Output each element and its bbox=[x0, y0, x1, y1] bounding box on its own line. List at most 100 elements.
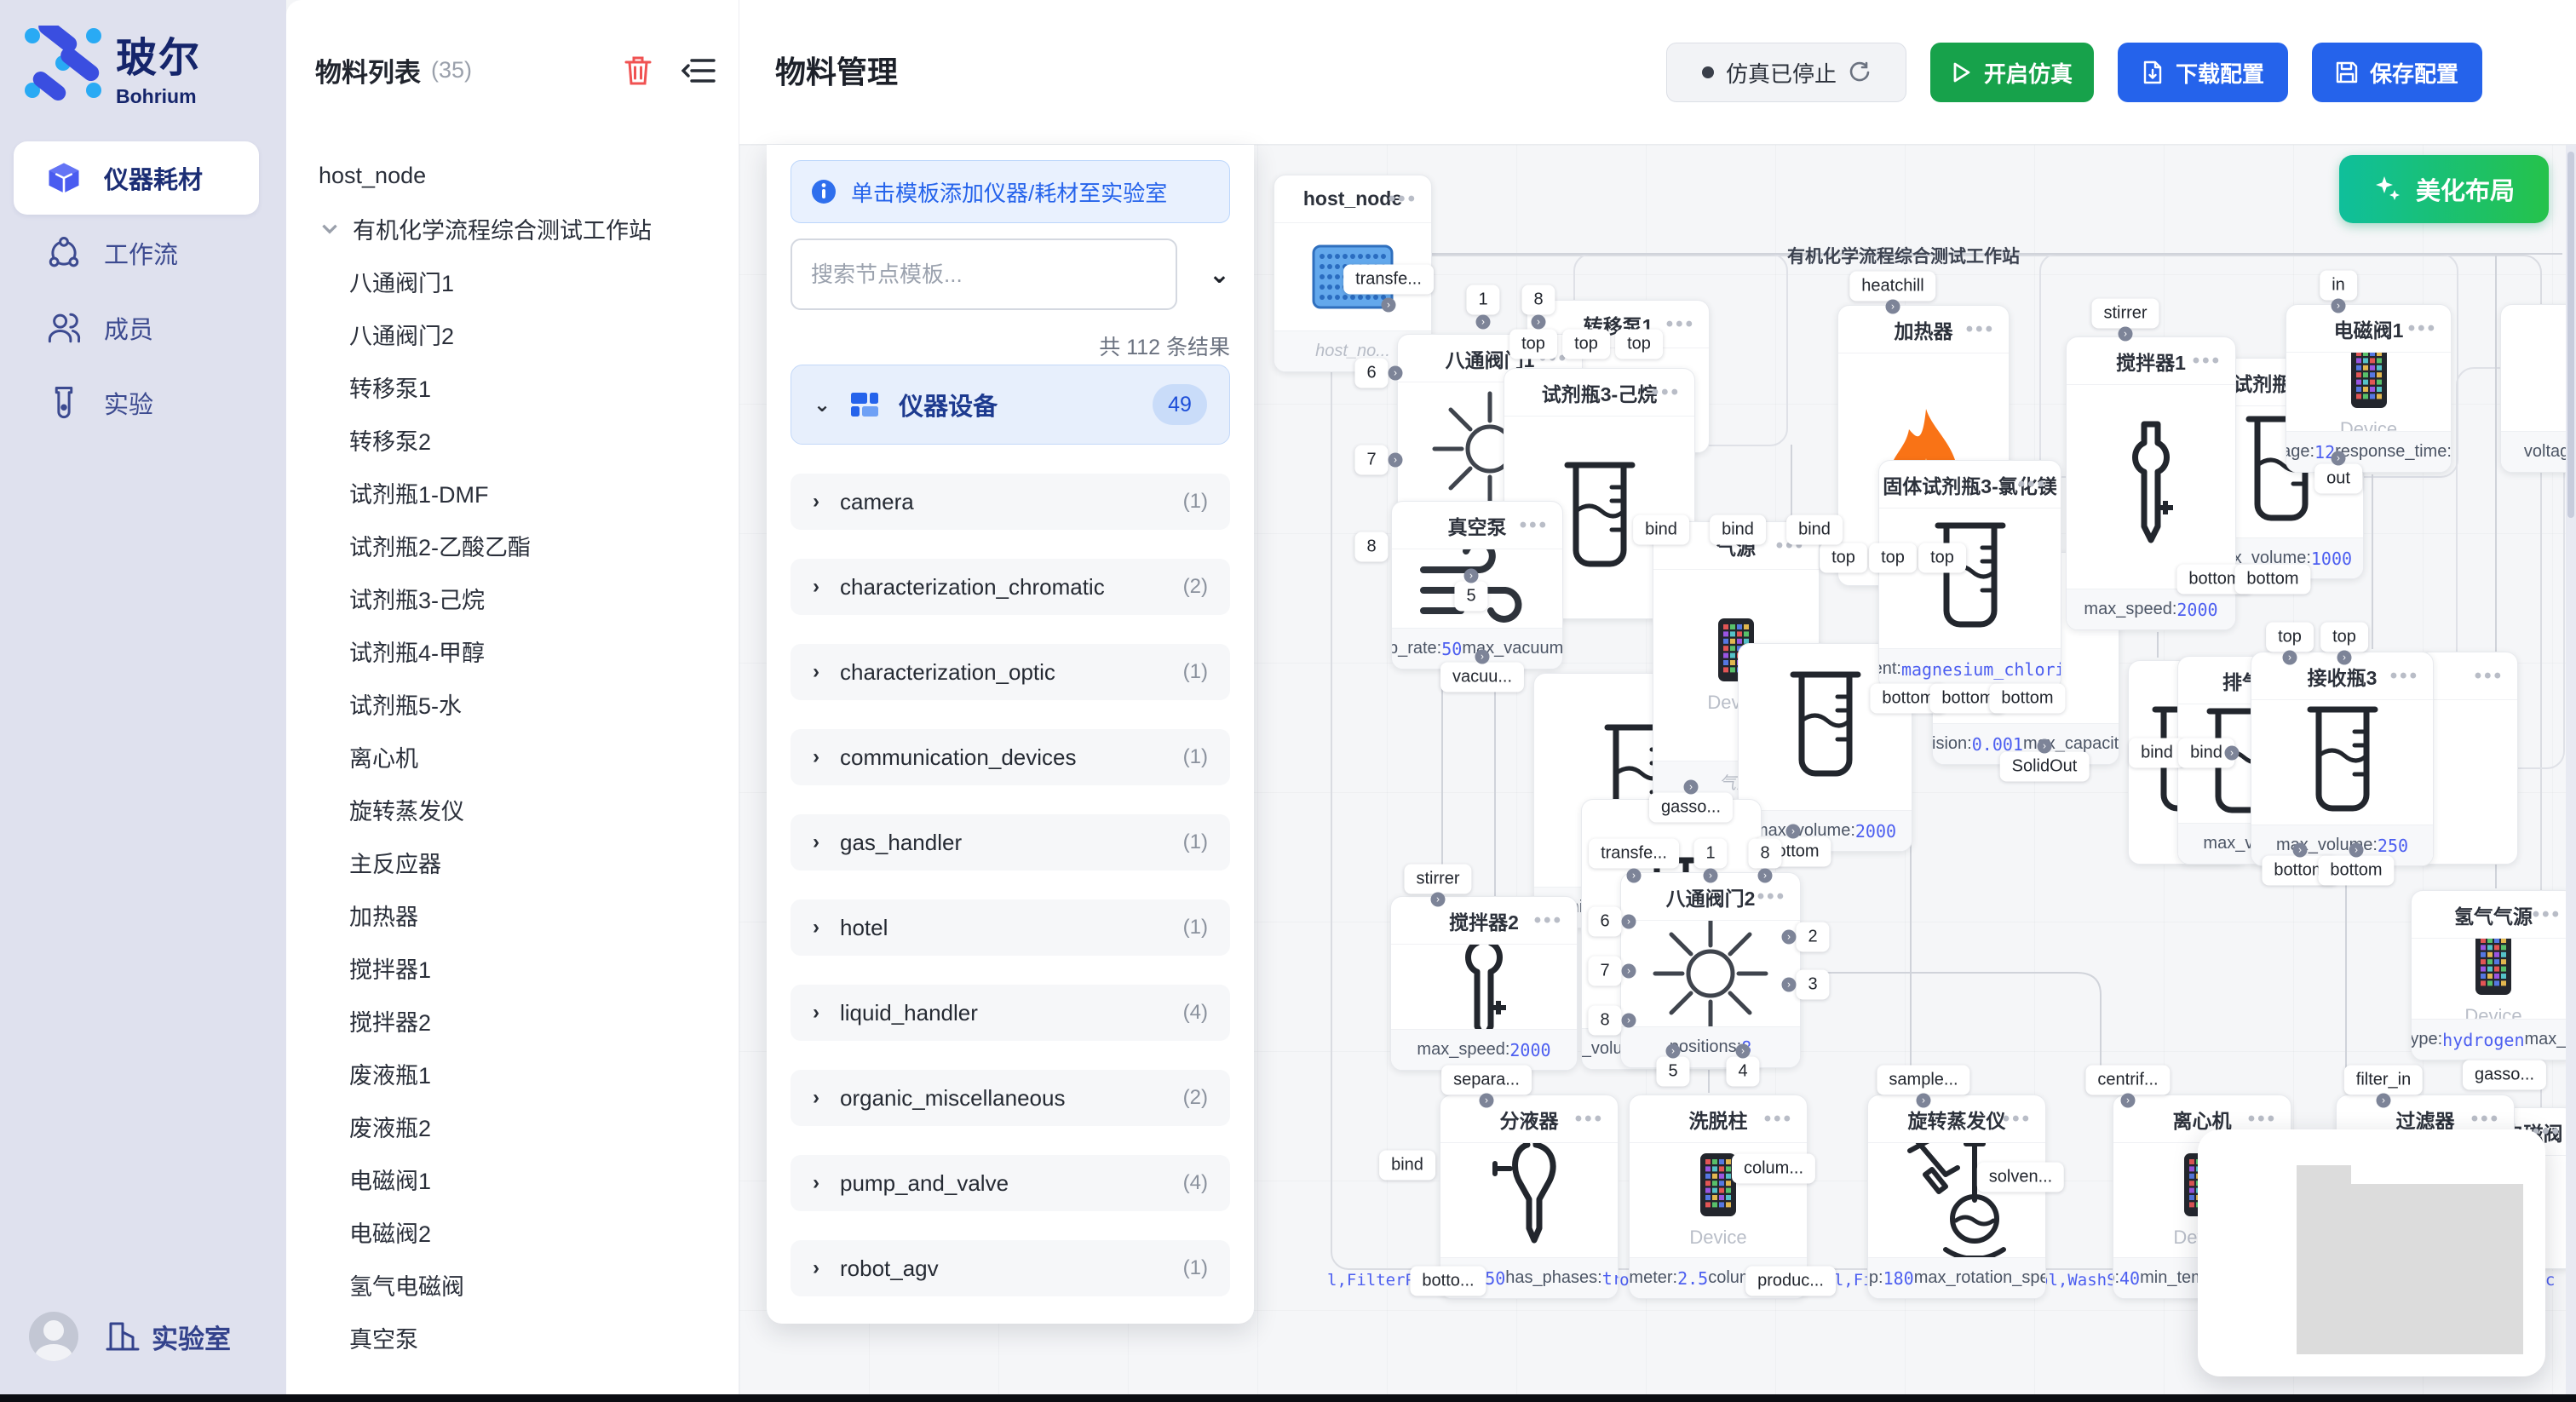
port-chip-top[interactable]: top bbox=[1562, 330, 1610, 359]
port-dot-icon[interactable]: › bbox=[1886, 300, 1900, 314]
port-chip-bottom[interactable]: bottom bbox=[2318, 856, 2394, 886]
port-dot-icon[interactable]: › bbox=[1622, 964, 1636, 979]
port-chip-3[interactable]: 3 bbox=[1796, 970, 1829, 1000]
tree-item-14[interactable]: 搅拌器1 bbox=[286, 941, 739, 994]
node-menu-icon[interactable]: ••• bbox=[2471, 1107, 2500, 1131]
port-chip-top[interactable]: top bbox=[1820, 543, 1867, 573]
port-chip-top[interactable]: top bbox=[2266, 623, 2314, 652]
port-chip-top[interactable]: top bbox=[1615, 330, 1663, 359]
port-dot-icon[interactable]: › bbox=[1782, 930, 1797, 945]
port-chip-8[interactable]: 8 bbox=[1354, 532, 1388, 562]
port-chip-in[interactable]: in bbox=[2320, 271, 2357, 301]
port-chip-centrif[interactable]: centrif... bbox=[2085, 1066, 2170, 1095]
tree-item-13[interactable]: 加热器 bbox=[286, 888, 739, 941]
refresh-icon[interactable] bbox=[1849, 61, 1871, 83]
port-chip-bind[interactable]: bind bbox=[1786, 515, 1843, 545]
tree-item-11[interactable]: 旋转蒸发仪 bbox=[286, 783, 739, 836]
port-chip-8[interactable]: 8 bbox=[1748, 839, 1781, 869]
node-menu-icon[interactable]: ••• bbox=[2390, 664, 2419, 688]
node-card-15[interactable]: voltage: 12 bbox=[2500, 304, 2576, 473]
port-dot-icon[interactable]: › bbox=[2332, 451, 2346, 466]
port-chip-SolidOut[interactable]: SolidOut bbox=[2000, 752, 2090, 782]
category-liquid_handler[interactable]: ›liquid_handler(4) bbox=[791, 985, 1230, 1041]
node-menu-icon[interactable]: ••• bbox=[1764, 1107, 1793, 1131]
tree-item-root[interactable]: host_node bbox=[286, 149, 739, 202]
node-menu-icon[interactable]: ••• bbox=[2533, 903, 2562, 927]
node-固体试剂瓶3-氯化镁[interactable]: 固体试剂瓶3-氯化镁•••agent: magnesium_chloride bbox=[1878, 460, 2061, 690]
port-chip-8[interactable]: 8 bbox=[1521, 285, 1555, 315]
node-接收瓶3[interactable]: 接收瓶3•••max_volume: 250 bbox=[2251, 652, 2434, 866]
start-simulation-button[interactable]: 开启仿真 bbox=[1930, 43, 2094, 102]
tree-item-15[interactable]: 搅拌器2 bbox=[286, 994, 739, 1047]
node-搅拌器2[interactable]: 搅拌器2•••max_speed: 2000 bbox=[1390, 896, 1578, 1071]
port-chip-bind[interactable]: bind bbox=[1710, 515, 1766, 545]
port-dot-icon[interactable]: › bbox=[1627, 869, 1642, 883]
port-chip-solven[interactable]: solven... bbox=[1977, 1163, 2064, 1192]
port-dot-icon[interactable]: › bbox=[1476, 315, 1491, 330]
port-dot-icon[interactable]: › bbox=[2283, 651, 2297, 665]
avatar[interactable] bbox=[29, 1312, 78, 1361]
node-旋转蒸发仪[interactable]: 旋转蒸发仪•••temp: 180 max_rotation_speed: bbox=[1867, 1095, 2046, 1299]
port-dot-icon[interactable]: › bbox=[2121, 1094, 2136, 1108]
port-dot-icon[interactable]: › bbox=[1622, 915, 1636, 929]
port-dot-icon[interactable]: › bbox=[2377, 1094, 2391, 1108]
port-dot-icon[interactable]: › bbox=[2349, 843, 2364, 858]
tree-item-group[interactable]: 有机化学流程综合测试工作站 bbox=[286, 202, 739, 255]
tree-item-17[interactable]: 废液瓶2 bbox=[286, 1100, 739, 1152]
port-chip-7[interactable]: 7 bbox=[1354, 445, 1388, 475]
port-chip-1[interactable]: 1 bbox=[1466, 285, 1499, 315]
port-chip-gasso[interactable]: gasso... bbox=[2463, 1060, 2546, 1090]
node-menu-icon[interactable]: ••• bbox=[2475, 664, 2504, 688]
node-menu-icon[interactable]: ••• bbox=[1757, 885, 1786, 909]
port-dot-icon[interactable]: › bbox=[1917, 1094, 1931, 1108]
port-chip-bottom[interactable]: bottom bbox=[1989, 684, 2065, 714]
node-menu-icon[interactable]: ••• bbox=[2408, 317, 2437, 341]
save-config-button[interactable]: 保存配置 bbox=[2312, 43, 2482, 102]
port-dot-icon[interactable]: › bbox=[1475, 650, 1490, 664]
category-camera[interactable]: ›camera(1) bbox=[791, 474, 1230, 530]
port-chip-5[interactable]: 5 bbox=[1454, 582, 1487, 612]
port-dot-icon[interactable]: › bbox=[1736, 1044, 1751, 1059]
port-chip-8[interactable]: 8 bbox=[1588, 1006, 1621, 1036]
node-电磁阀1[interactable]: 电磁阀1•••Devicevoltage: 12 response_time: … bbox=[2286, 304, 2452, 473]
tree-item-21[interactable]: 真空泵 bbox=[286, 1311, 739, 1364]
node-八通阀门2[interactable]: 八通阀门2•••positions: 8 bbox=[1620, 872, 1801, 1068]
port-chip-produc[interactable]: produc... bbox=[1745, 1267, 1836, 1296]
tree-item-9[interactable]: 试剂瓶5-水 bbox=[286, 677, 739, 730]
sidebar-item-1[interactable]: 仪器耗材 bbox=[14, 141, 259, 215]
port-dot-icon[interactable]: › bbox=[1382, 298, 1396, 313]
port-chip-1[interactable]: 1 bbox=[1693, 839, 1727, 869]
sidebar-item-3[interactable]: 成员 bbox=[14, 291, 259, 365]
port-chip-filterin[interactable]: filter_in bbox=[2344, 1066, 2423, 1095]
tree-item-16[interactable]: 废液瓶1 bbox=[286, 1047, 739, 1100]
port-dot-icon[interactable]: › bbox=[1389, 453, 1403, 468]
category-hotel[interactable]: ›hotel(1) bbox=[791, 899, 1230, 956]
device-group-header[interactable]: ⌄ 仪器设备 49 bbox=[791, 365, 1230, 445]
node-menu-icon[interactable]: ••• bbox=[1666, 313, 1695, 336]
node-menu-icon[interactable]: ••• bbox=[1389, 187, 1417, 211]
category-communication_devices[interactable]: ›communication_devices(1) bbox=[791, 729, 1230, 785]
node-氢气气源[interactable]: 氢气气源•••Device_type: hydrogen max_pre bbox=[2411, 890, 2576, 1060]
port-chip-6[interactable]: 6 bbox=[1588, 907, 1621, 937]
port-chip-gasso[interactable]: gasso... bbox=[1649, 793, 1733, 823]
simulation-status-pill[interactable]: 仿真已停止 bbox=[1666, 43, 1906, 102]
category-pump_and_valve[interactable]: ›pump_and_valve(4) bbox=[791, 1155, 1230, 1211]
port-chip-top[interactable]: top bbox=[1918, 543, 1966, 573]
port-dot-icon[interactable]: › bbox=[2337, 651, 2352, 665]
port-dot-icon[interactable]: › bbox=[1704, 869, 1718, 883]
tree-item-5[interactable]: 试剂瓶1-DMF bbox=[286, 466, 739, 519]
port-dot-icon[interactable]: › bbox=[1622, 1014, 1636, 1028]
port-chip-4[interactable]: 4 bbox=[1726, 1057, 1759, 1087]
sidebar-item-2[interactable]: 工作流 bbox=[14, 216, 259, 290]
tree-item-6[interactable]: 试剂瓶2-乙酸乙酯 bbox=[286, 519, 739, 572]
category-characterization_chromatic[interactable]: ›characterization_chromatic(2) bbox=[791, 559, 1230, 615]
port-dot-icon[interactable]: › bbox=[1532, 315, 1546, 330]
category-robot_agv[interactable]: ›robot_agv(1) bbox=[791, 1240, 1230, 1296]
port-dot-icon[interactable]: › bbox=[1758, 869, 1773, 883]
port-chip-heatchill[interactable]: heatchill bbox=[1849, 272, 1935, 302]
node-menu-icon[interactable]: ••• bbox=[1575, 1107, 1604, 1131]
port-dot-icon[interactable]: › bbox=[1782, 978, 1797, 992]
sidebar-item-4[interactable]: 实验 bbox=[14, 366, 259, 440]
port-dot-icon[interactable]: › bbox=[1786, 825, 1801, 839]
port-chip-out[interactable]: out bbox=[2314, 464, 2362, 494]
